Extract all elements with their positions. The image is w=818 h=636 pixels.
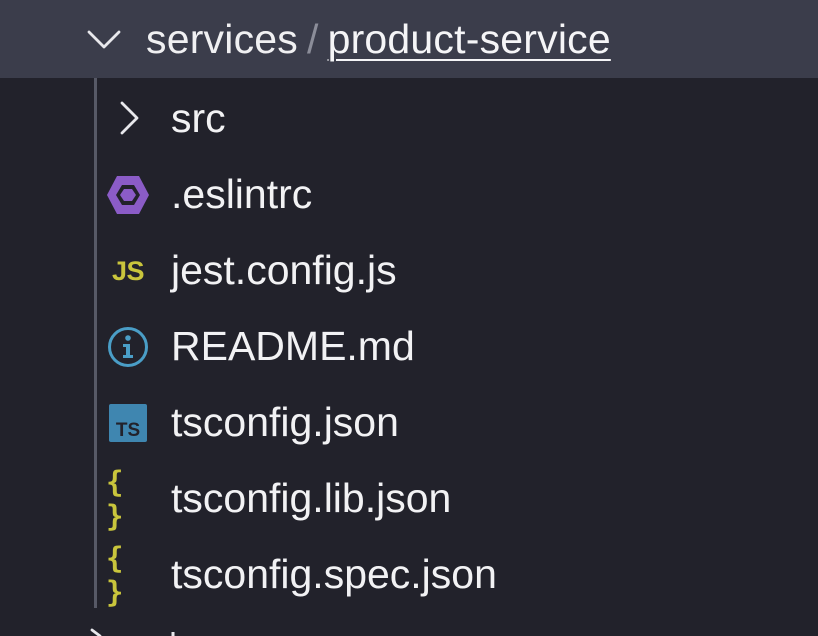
breadcrumb-separator: /	[306, 16, 319, 62]
json-icon: { }	[106, 541, 150, 609]
file-explorer: services / product-service src .eslintrc J…	[0, 0, 818, 636]
tree-item-src-folder[interactable]: src	[0, 80, 818, 156]
eslint-icon	[106, 173, 150, 217]
tree-item-label: README.md	[171, 323, 415, 369]
info-icon	[106, 325, 150, 369]
tree-item-label: tsconfig.lib.json	[171, 475, 452, 521]
chevron-right-icon[interactable]	[110, 98, 150, 138]
tree-item-jest-config-js[interactable]: JS jest.config.js	[0, 232, 818, 308]
chevron-down-icon[interactable]	[84, 20, 124, 60]
javascript-badge-text: JS	[111, 255, 145, 286]
breadcrumb-parent-folder[interactable]: services	[146, 16, 298, 62]
tree-item-eslintrc[interactable]: .eslintrc	[0, 156, 818, 232]
typescript-badge-text: TS	[116, 420, 140, 441]
tree-item-partial[interactable]	[0, 612, 818, 636]
tree-item-label: jest.config.js	[171, 247, 397, 293]
tree-item-tsconfig-lib-json[interactable]: { } tsconfig.lib.json	[0, 460, 818, 536]
tree-item-label: src	[171, 95, 226, 141]
folder-header-product-service[interactable]: services / product-service	[0, 0, 818, 78]
tree-item-readme-md[interactable]: README.md	[0, 308, 818, 384]
tree-item-label: .eslintrc	[171, 171, 313, 217]
breadcrumb: services / product-service	[146, 14, 611, 64]
breadcrumb-current-folder[interactable]: product-service	[328, 16, 611, 62]
tree-item-label: tsconfig.json	[171, 399, 399, 445]
tree-item-label: tsconfig.spec.json	[171, 551, 497, 597]
tree-item-tsconfig-spec-json[interactable]: { } tsconfig.spec.json	[0, 536, 818, 612]
javascript-icon: JS	[106, 249, 150, 293]
typescript-icon: TS	[106, 401, 150, 445]
tree-item-tsconfig-json[interactable]: TS tsconfig.json	[0, 384, 818, 460]
json-icon: { }	[106, 465, 150, 533]
partial-row-icons	[90, 628, 175, 636]
json-badge-text: { }	[106, 465, 126, 533]
json-badge-text: { }	[106, 541, 126, 609]
